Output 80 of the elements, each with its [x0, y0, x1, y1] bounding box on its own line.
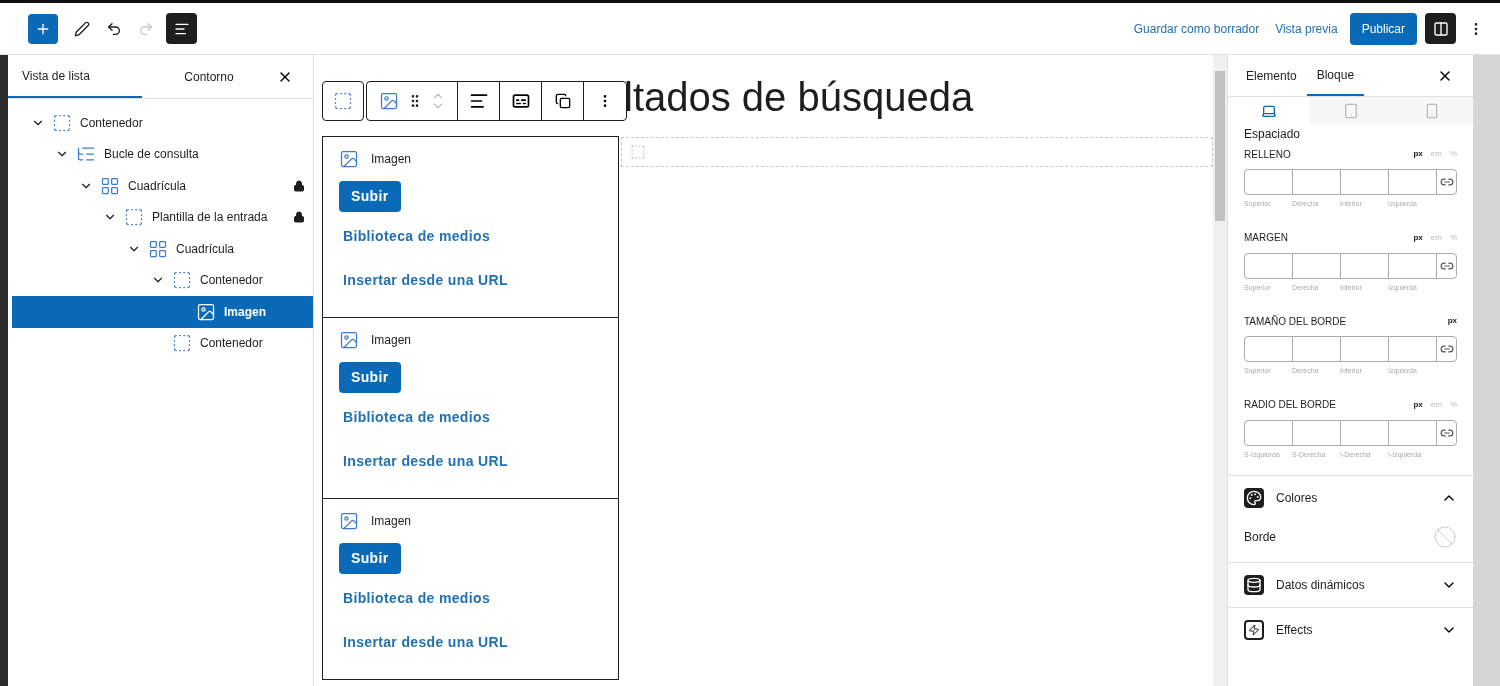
tree-item-label: Contenedor	[200, 335, 264, 353]
tree-item[interactable]: Bucle de consulta	[12, 138, 313, 170]
list-view-button[interactable]	[166, 13, 197, 44]
tree-item-label: Imagen	[224, 303, 267, 321]
tree-item[interactable]: Cuadrícula	[12, 233, 313, 265]
card-label: Imagen	[371, 151, 412, 168]
settings-button[interactable]	[1425, 13, 1456, 44]
link-icon[interactable]	[1439, 342, 1454, 356]
unit-option[interactable]: px	[1413, 148, 1423, 160]
tablet-icon	[1342, 103, 1359, 119]
scrollbar-thumb[interactable]	[1215, 71, 1225, 221]
panel-tab[interactable]: Vista de lista	[8, 55, 142, 98]
dashed-square-icon	[333, 91, 353, 111]
card-label: Imagen	[371, 513, 412, 530]
tree-item-label: Contenedor	[200, 272, 264, 290]
duplicate-icon[interactable]	[554, 93, 571, 109]
dashed-square-icon	[630, 144, 646, 160]
group-title: RELLENO	[1244, 147, 1291, 162]
panel-title[interactable]: Datos dinámicos	[1276, 576, 1429, 594]
palette-icon	[1244, 488, 1264, 508]
tree-item-label: Contenedor	[80, 114, 144, 132]
sidebar-icon	[1432, 20, 1449, 37]
image-icon	[339, 511, 359, 531]
color-label: Borde	[1244, 529, 1277, 546]
panel-tab[interactable]: Elemento	[1236, 55, 1307, 96]
tree-item[interactable]: Contenedor	[12, 264, 313, 296]
dashed-square-icon	[124, 207, 144, 228]
database-icon	[1244, 575, 1264, 595]
page-scrollbar[interactable]	[1473, 55, 1500, 686]
preview-link[interactable]: Vista previa	[1275, 19, 1338, 38]
group-title: TAMAÑO DEL BORDE	[1244, 314, 1347, 329]
tree-item-label: Bucle de consulta	[104, 146, 200, 164]
tree-item[interactable]: Contenedor	[12, 327, 313, 359]
link-icon[interactable]	[1439, 175, 1454, 189]
dashed-square-icon	[52, 112, 72, 133]
image-icon	[339, 330, 359, 350]
bolt-icon	[1244, 620, 1264, 640]
panel-title[interactable]: Effects	[1276, 621, 1429, 639]
dashed-square-icon	[172, 333, 192, 354]
image-icon[interactable]	[379, 91, 399, 111]
parent-block-button[interactable]	[322, 81, 364, 121]
align-icon[interactable]	[468, 91, 489, 111]
image-icon	[339, 149, 359, 169]
tree-item-label: Cuadrícula	[128, 177, 188, 195]
upload-button[interactable]: Subir	[339, 362, 401, 393]
image-icon	[196, 301, 216, 322]
media-library-link[interactable]: Biblioteca de medios	[339, 588, 491, 609]
tree-item-label: Plantilla de la entrada	[152, 209, 269, 227]
pen-icon[interactable]	[74, 20, 90, 37]
tree-item-label: Cuadrícula	[176, 240, 236, 258]
tree-item[interactable]: Imagen	[12, 296, 313, 328]
undo-icon[interactable]	[106, 20, 122, 37]
media-library-link[interactable]: Biblioteca de medios	[339, 226, 491, 247]
grid-icon	[148, 238, 168, 259]
grid-icon	[100, 175, 120, 196]
media-library-link[interactable]: Biblioteca de medios	[339, 407, 491, 428]
section-title: Espaciado	[1244, 127, 1301, 141]
panel-title[interactable]: Colores	[1276, 489, 1429, 507]
group-title: RADIO DEL BORDE	[1244, 398, 1336, 412]
insert-url-link[interactable]: Insertar desde una URL	[339, 632, 508, 653]
unit-option[interactable]: px	[1413, 398, 1423, 411]
unit-option[interactable]: px	[1413, 231, 1423, 244]
save-draft-link[interactable]: Guardar como borrador	[1133, 19, 1260, 38]
tree-item[interactable]: Cuadrícula	[12, 170, 313, 202]
add-block-button[interactable]	[28, 13, 58, 44]
panel-tab[interactable]: Contorno	[142, 55, 276, 98]
laptop-icon	[1260, 103, 1277, 119]
empty-color-swatch-icon[interactable]	[1433, 525, 1457, 549]
tree-item[interactable]: Contenedor	[12, 107, 313, 139]
dashed-square-icon	[172, 270, 192, 291]
insert-url-link[interactable]: Insertar desde una URL	[339, 270, 508, 291]
card-label: Imagen	[371, 332, 412, 349]
tree-item[interactable]: Plantilla de la entrada	[12, 201, 313, 233]
unit-option[interactable]: px	[1447, 315, 1457, 327]
upload-button[interactable]: Subir	[339, 181, 401, 212]
publish-button[interactable]: Publicar	[1349, 12, 1417, 45]
caption-icon[interactable]	[510, 91, 531, 111]
group-title: MARGEN	[1244, 231, 1288, 245]
insert-url-link[interactable]: Insertar desde una URL	[339, 451, 508, 472]
upload-button[interactable]: Subir	[339, 543, 401, 574]
